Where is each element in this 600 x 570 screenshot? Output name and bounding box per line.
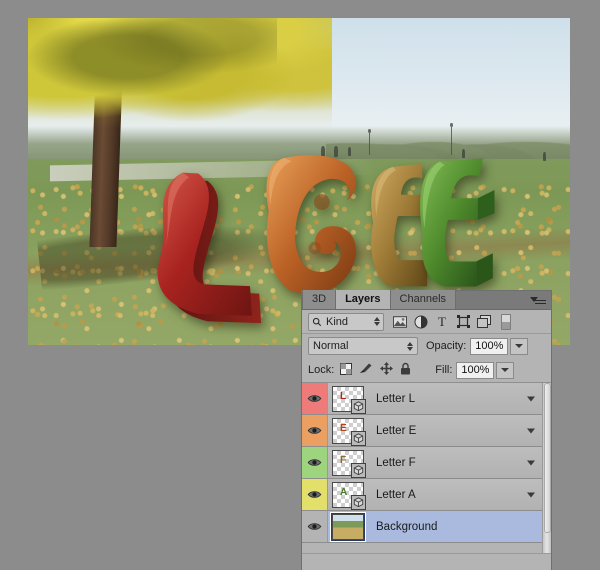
layer-expand-toggle[interactable] [527, 460, 535, 465]
layer-visibility-toggle[interactable] [302, 447, 328, 478]
layer-filter-row[interactable]: Kind T [302, 310, 551, 334]
3d-layer-badge-icon [351, 399, 366, 414]
letter-l-3d [126, 168, 267, 325]
eye-icon [307, 426, 322, 435]
updown-stepper-icon[interactable] [374, 317, 380, 326]
lock-all-icon[interactable] [400, 362, 411, 378]
lock-transparent-pixels-icon[interactable] [340, 363, 352, 378]
layers-panel[interactable]: 3D Layers Channels Kind [302, 291, 551, 570]
eye-icon [307, 458, 322, 467]
layer-visibility-toggle[interactable] [302, 383, 328, 414]
layer-thumbnail[interactable]: F [332, 450, 364, 476]
panel-bottom-bar [302, 553, 551, 570]
lock-image-pixels-icon[interactable] [359, 362, 373, 378]
tab-3d[interactable]: 3D [302, 290, 336, 309]
letter-a-3d [407, 155, 515, 292]
tab-layers[interactable]: Layers [336, 290, 390, 309]
opacity-input[interactable]: 100% [470, 338, 508, 355]
layer-expand-toggle[interactable] [527, 492, 535, 497]
3d-layer-badge-icon [351, 463, 366, 478]
fill-input[interactable]: 100% [456, 362, 494, 379]
3d-layer-badge-icon [351, 495, 366, 510]
layer-thumbnail[interactable]: A [332, 482, 364, 508]
filter-adjustment-layers-icon[interactable] [411, 313, 431, 331]
layer-visibility-toggle[interactable] [302, 479, 328, 510]
svg-text:T: T [438, 315, 446, 328]
blend-mode-stepper-icon[interactable] [407, 342, 413, 351]
eye-icon [307, 522, 322, 531]
fill-slider-button[interactable] [496, 362, 514, 379]
layer-name[interactable]: Letter A [376, 489, 416, 501]
layer-list[interactable]: L Letter L E Letter E F Letter F A Letter A Back… [302, 383, 551, 553]
layer-thumbnail[interactable]: L [332, 386, 364, 412]
layer-name[interactable]: Letter E [376, 425, 416, 437]
scrollbar-thumb[interactable] [544, 383, 551, 533]
thumbnail-letter-glyph: E [340, 424, 347, 434]
layer-name[interactable]: Background [376, 521, 437, 533]
layer-expand-toggle[interactable] [527, 396, 535, 401]
lock-row[interactable]: Lock: Fill: 100% [302, 358, 551, 383]
opacity-label: Opacity: [426, 340, 466, 352]
layer-row[interactable]: E Letter E [302, 415, 551, 447]
layer-row[interactable]: A Letter A [302, 479, 551, 511]
blend-mode-value: Normal [313, 340, 407, 352]
layer-name[interactable]: Letter F [376, 457, 416, 469]
layer-row[interactable]: F Letter F [302, 447, 551, 479]
lock-label: Lock: [308, 364, 334, 376]
layer-visibility-toggle[interactable] [302, 415, 328, 446]
lamp-post [451, 126, 452, 155]
opacity-slider-button[interactable] [510, 338, 528, 355]
panel-tab-strip[interactable]: 3D Layers Channels [302, 291, 551, 310]
thumbnail-letter-glyph: F [340, 456, 346, 466]
eye-icon [307, 394, 322, 403]
layer-visibility-toggle[interactable] [302, 511, 328, 542]
eye-icon [307, 490, 322, 499]
3d-layer-badge-icon [351, 431, 366, 446]
lock-icons-group[interactable] [340, 362, 411, 378]
search-icon [312, 317, 322, 327]
panel-menu-icon[interactable] [530, 295, 546, 306]
screenshot-root: 3D Layers Channels Kind [0, 0, 600, 570]
lock-position-icon[interactable] [380, 362, 393, 378]
filter-smart-object-layers-icon[interactable] [474, 313, 494, 331]
distant-person [543, 152, 546, 161]
blend-mode-row[interactable]: Normal Opacity: 100% [302, 334, 551, 358]
layer-thumbnail[interactable]: E [332, 418, 364, 444]
thumbnail-letter-glyph: A [340, 488, 347, 498]
filter-kind-label: Kind [326, 316, 370, 328]
thumbnail-letter-glyph: L [340, 392, 346, 402]
filter-enable-toggle[interactable] [501, 314, 511, 330]
layer-thumbnail[interactable] [332, 514, 364, 540]
filter-type-layers-icon[interactable]: T [432, 313, 452, 331]
filter-shape-layers-icon[interactable] [453, 313, 473, 331]
layer-name[interactable]: Letter L [376, 393, 415, 405]
blend-mode-select[interactable]: Normal [308, 337, 418, 355]
filter-pixel-layers-icon[interactable] [390, 313, 410, 331]
layer-expand-toggle[interactable] [527, 428, 535, 433]
filter-type-icons[interactable]: T [390, 313, 511, 331]
filter-kind-select[interactable]: Kind [308, 313, 384, 331]
tree-canopy-shading [28, 18, 277, 96]
layer-row[interactable]: Background [302, 511, 551, 543]
fill-label: Fill: [435, 364, 452, 376]
tab-channels[interactable]: Channels [391, 290, 456, 309]
layer-list-scrollbar[interactable] [542, 383, 551, 553]
layer-row[interactable]: L Letter L [302, 383, 551, 415]
